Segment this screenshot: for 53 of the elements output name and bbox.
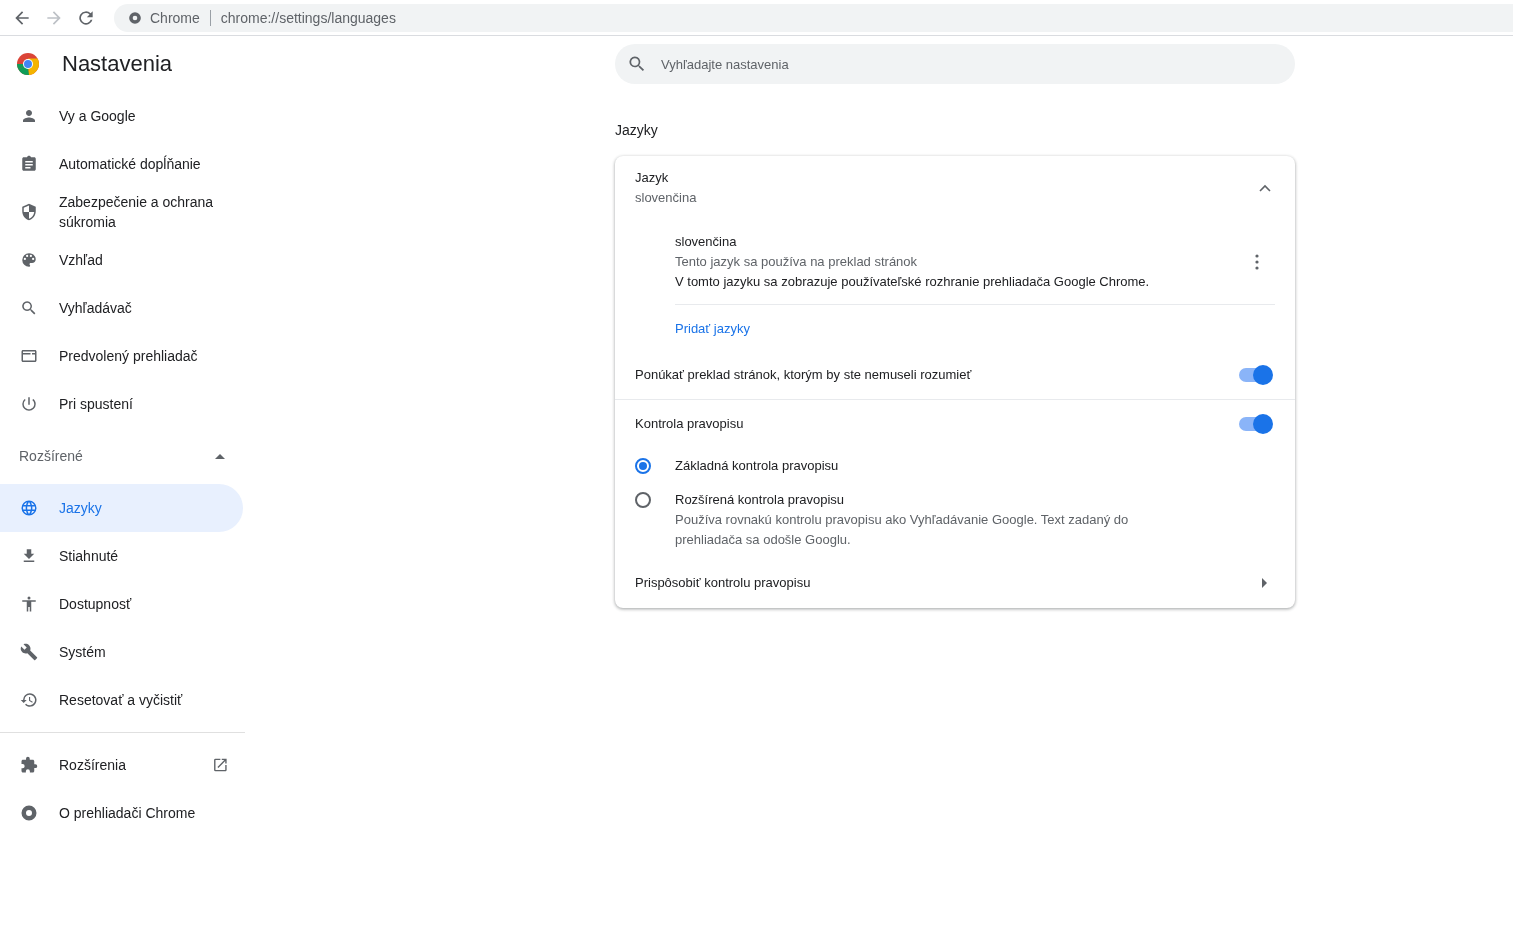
language-name: slovenčina <box>675 233 738 251</box>
add-languages-link[interactable]: Pridať jazyky <box>675 321 750 336</box>
sidebar-item[interactable]: Dostupnosť <box>0 580 243 628</box>
sidebar-item[interactable]: Automatické dopĺňanie <box>0 140 243 188</box>
sidebar-item[interactable]: O prehliadači Chrome <box>0 789 243 837</box>
section-title: Jazyky <box>615 122 659 138</box>
toggle-switch[interactable] <box>1239 368 1271 382</box>
site-label: Chrome <box>150 9 200 26</box>
globe-icon <box>20 499 38 517</box>
sidebar-item[interactable]: Vzhľad <box>0 236 243 284</box>
browser-window-icon <box>20 347 38 365</box>
sidebar-item[interactable]: Predvolený prehliadač <box>0 332 243 380</box>
option-description: Používa rovnakú kontrolu pravopisu ako Vyhľadávanie Google. Text zadaný do prehliadača sa odošle Googlu. <box>675 511 1130 549</box>
caret-icon <box>1262 578 1267 588</box>
toggle-switch[interactable] <box>1239 417 1271 431</box>
more-options-icon[interactable] <box>1255 254 1259 270</box>
setting-label: Kontrola pravopisu <box>635 415 744 433</box>
accessibility-icon <box>20 595 38 613</box>
sidebar-item[interactable]: Pri spustení <box>0 380 243 428</box>
customize-spellcheck-row[interactable]: Prispôsobiť kontrolu pravopisu <box>615 558 1295 608</box>
sidebar-item[interactable]: Jazyky <box>0 484 243 532</box>
sidebar-item[interactable]: Stiahnuté <box>0 532 243 580</box>
search-field[interactable]: Vyhľadajte nastavenia <box>615 44 1295 84</box>
sidebar-item[interactable]: Zabezpečenie a ochrana súkromia <box>0 188 243 236</box>
search-icon <box>20 299 38 317</box>
sidebar-item[interactable]: Systém <box>0 628 243 676</box>
search-icon <box>627 54 647 74</box>
radio-button[interactable] <box>635 492 651 508</box>
address-bar[interactable]: Chrome chrome://settings/languages <box>114 3 1513 32</box>
language-note: Tento jazyk sa používa na preklad stránok <box>675 253 919 271</box>
radio-label: Základná kontrola pravopisu <box>675 457 839 475</box>
sidebar-item[interactable]: Resetovať a vyčistiť <box>0 676 243 724</box>
puzzle-icon <box>20 756 38 774</box>
caret-icon <box>215 453 225 459</box>
language-note: V tomto jazyku sa zobrazuje používateľské rozhranie prehliadača Google Chrome. <box>675 273 1150 291</box>
page-title: Nastavenia <box>62 51 173 77</box>
sidebar-item[interactable]: Rozšírenia <box>0 741 243 789</box>
clipboard-icon <box>20 155 38 173</box>
sidebar-item[interactable]: Vyhľadávač <box>0 284 243 332</box>
wrench-icon <box>20 643 38 661</box>
advanced-section-toggle[interactable]: Rozšírené <box>0 428 245 484</box>
radio-button[interactable] <box>635 458 651 474</box>
chevron-icon <box>1259 184 1271 192</box>
url-text: chrome://settings/languages <box>220 9 396 26</box>
sidebar-item[interactable]: Vy a Google <box>0 92 243 140</box>
radio-label: Rozšírená kontrola pravopisu <box>675 491 846 509</box>
power-icon <box>20 395 38 413</box>
setting-label: Ponúkať preklad stránok, ktorým by ste nemuseli rozumieť <box>635 366 972 384</box>
shield-icon <box>20 203 38 221</box>
language-section-header[interactable]: Jazyk slovenčina <box>615 156 1295 216</box>
history-icon <box>20 691 38 709</box>
person-icon <box>20 107 38 125</box>
palette-icon <box>20 251 38 269</box>
